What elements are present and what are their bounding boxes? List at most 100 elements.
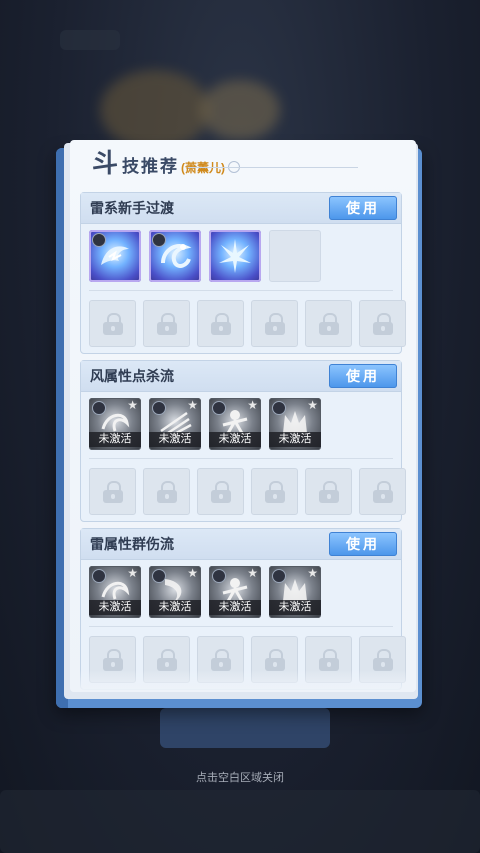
locked-slot-row [89,300,413,347]
lock-icon [210,648,231,671]
element-badge-icon [212,569,226,583]
element-badge-icon [272,401,286,415]
inactive-label: 未激活 [209,600,261,615]
use-button[interactable]: 使用 [329,532,397,556]
locked-slot[interactable] [143,468,190,515]
build-name: 风属性点杀流 [90,368,174,384]
page-bottom-fade [70,670,416,692]
lock-icon [372,312,393,335]
lock-icon [156,648,177,671]
divider [89,290,393,291]
locked-slot[interactable] [305,300,352,347]
lock-icon [318,480,339,503]
inactive-label: 未激活 [149,432,201,447]
element-badge-icon [212,401,226,415]
skill-slot[interactable]: ★ 未激活 [89,566,141,618]
build-section: 雷系新手过渡 使用 [80,192,406,354]
locked-slot[interactable] [251,468,298,515]
lock-icon [102,480,123,503]
lock-icon [372,480,393,503]
close-hint[interactable]: 点击空白区域关闭 [0,769,480,785]
lock-icon [102,648,123,671]
skill-slot[interactable]: ★ 未激活 [209,398,261,450]
element-badge-icon [92,569,106,583]
lock-icon [318,312,339,335]
lock-icon [264,312,285,335]
lock-icon [102,312,123,335]
title-underline [188,167,358,168]
use-button[interactable]: 使用 [329,364,397,388]
element-badge-icon [152,401,166,415]
lock-icon [264,648,285,671]
star-icon: ★ [247,398,258,412]
inactive-label: 未激活 [209,432,261,447]
locked-slot[interactable] [251,300,298,347]
star-icon: ★ [187,398,198,412]
page-title-big: 斗 [92,149,119,179]
skill-slot[interactable]: ★ 未激活 [269,566,321,618]
divider [89,458,393,459]
star-icon: ★ [127,398,138,412]
skill-slot[interactable] [89,230,141,282]
page-title: 斗 技推荐 (萧薰儿) [92,149,241,179]
skill-slot[interactable]: ★ 未激活 [149,566,201,618]
inactive-label: 未激活 [269,600,321,615]
lock-icon [318,648,339,671]
background-decoration [60,30,120,50]
star-icon: ★ [307,398,318,412]
locked-slot[interactable] [359,300,406,347]
skill-slot[interactable]: ★ 未激活 [209,566,261,618]
inactive-label: 未激活 [149,600,201,615]
star-icon: ★ [247,566,258,580]
skill-slot[interactable]: ★ 未激活 [269,398,321,450]
locked-slot[interactable] [197,468,244,515]
character-name: (萧薰儿) [181,161,226,175]
skill-slot[interactable]: ★ 未激活 [149,398,201,450]
inactive-label: 未激活 [89,600,141,615]
lock-icon [372,648,393,671]
locked-slot[interactable] [197,300,244,347]
skill-row: ★ 未激活 ★ 未激活 ★ 未激活 ★ 未激活 [89,398,329,450]
use-button[interactable]: 使用 [329,196,397,220]
build-header: 雷系新手过渡 使用 [81,193,401,224]
locked-slot[interactable] [305,468,352,515]
element-badge-icon [272,569,286,583]
inactive-label: 未激活 [89,432,141,447]
background-decoration [100,70,210,150]
star-icon: ★ [187,566,198,580]
skill-slot[interactable]: ★ 未激活 [89,398,141,450]
empty-skill-slot[interactable] [269,230,321,282]
background-decoration [160,708,330,748]
divider [89,626,393,627]
skill-recommend-panel: 斗 技推荐 (萧薰儿) 雷系新手过渡 使用 风属性点杀流 使用 ★ 未激活 ★ … [70,140,416,692]
element-badge-icon [152,569,166,583]
skill-slot[interactable] [149,230,201,282]
page-title-rest: 技推荐 [122,157,180,177]
skill-row [89,230,329,282]
element-badge-icon [92,401,106,415]
star-icon: ★ [127,566,138,580]
locked-slot[interactable] [89,300,136,347]
build-header: 风属性点杀流 使用 [81,361,401,392]
lightning-badge-icon [92,233,106,247]
locked-slot[interactable] [143,300,190,347]
skill-slot[interactable] [209,230,261,282]
locked-slot[interactable] [89,468,136,515]
lightning-badge-icon [152,233,166,247]
locked-slot[interactable] [359,468,406,515]
build-name: 雷属性群伤流 [90,536,174,552]
inactive-label: 未激活 [269,432,321,447]
locked-slot-row [89,468,413,515]
lock-icon [264,480,285,503]
build-header: 雷属性群伤流 使用 [81,529,401,560]
background-decoration [200,80,280,140]
build-name: 雷系新手过渡 [90,200,174,216]
star-icon: ★ [307,566,318,580]
build-section: 风属性点杀流 使用 ★ 未激活 ★ 未激活 ★ 未激活 ★ 未激活 [80,360,406,522]
skill-row: ★ 未激活 ★ 未激活 ★ 未激活 ★ 未激活 [89,566,329,618]
lock-icon [210,312,231,335]
lock-icon [156,480,177,503]
lock-icon [156,312,177,335]
lightning-burst-icon [219,238,251,273]
lock-icon [210,480,231,503]
